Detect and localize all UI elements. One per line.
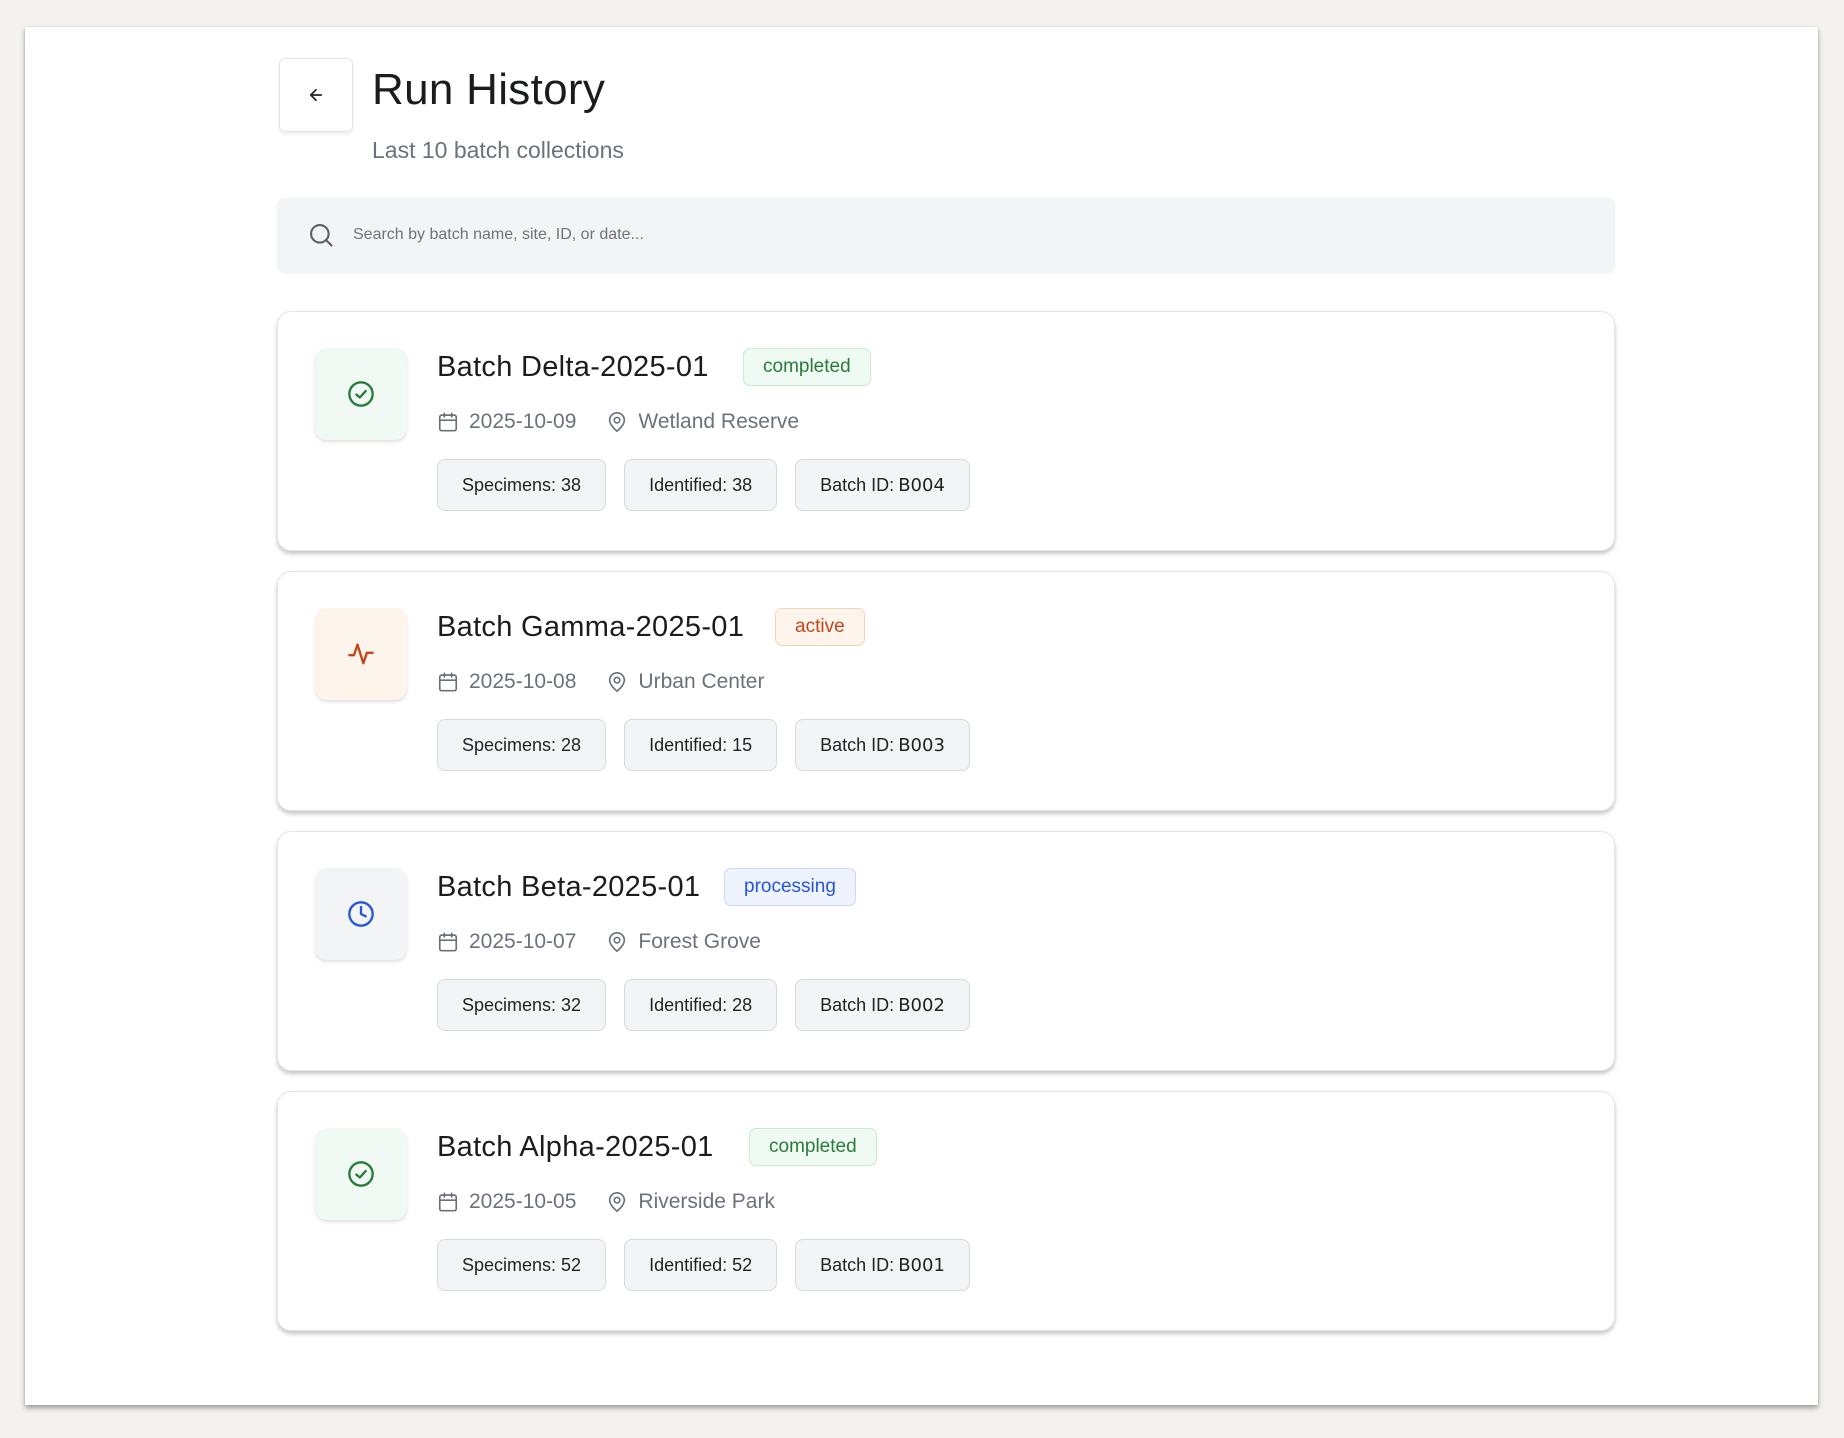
- batch-meta: 2025-10-05 Riverside Park: [437, 1190, 775, 1214]
- specimens-chip: Specimens: 28: [437, 719, 607, 771]
- search-icon: [307, 221, 335, 249]
- batch-site: Urban Center: [638, 670, 765, 693]
- batch-date: 2025-10-05: [469, 1190, 577, 1213]
- map-pin-icon: [606, 411, 628, 433]
- batch-card[interactable]: Batch Delta-2025-01 completed 2025-10-09: [277, 311, 1615, 551]
- batch-title: Batch Alpha-2025-01: [437, 1131, 714, 1163]
- status-tile: [315, 348, 407, 440]
- batch-id-label: Batch ID:: [820, 474, 895, 495]
- app-window: Run History Last 10 batch collections Se…: [25, 27, 1818, 1405]
- map-pin-icon: [606, 1191, 628, 1213]
- batch-title: Batch Delta-2025-01: [437, 351, 709, 383]
- calendar-icon: [437, 671, 459, 693]
- calendar-icon: [437, 1191, 459, 1213]
- status-badge: active: [775, 608, 865, 646]
- batch-id-chip: Batch ID: B002: [795, 979, 970, 1031]
- identified-chip: Identified: 38: [624, 459, 778, 511]
- identified-chip: Identified: 28: [624, 979, 778, 1031]
- status-badge: processing: [724, 868, 856, 906]
- search-bar: [277, 198, 1615, 272]
- map-pin-icon: [606, 931, 628, 953]
- batch-site: Riverside Park: [638, 1190, 775, 1213]
- specimens-chip: Specimens: 52: [437, 1239, 607, 1291]
- status-badge: completed: [749, 1128, 877, 1166]
- identified-chip: Identified: 15: [624, 719, 778, 771]
- arrow-left-icon: [307, 86, 325, 104]
- batch-id-value: B001: [898, 1254, 945, 1276]
- activity-icon: [347, 640, 375, 668]
- batch-id-value: B004: [898, 474, 945, 496]
- batch-meta: 2025-10-07 Forest Grove: [437, 930, 761, 954]
- calendar-icon: [437, 411, 459, 433]
- batch-meta: 2025-10-08 Urban Center: [437, 670, 764, 694]
- batch-id-chip: Batch ID: B003: [795, 719, 970, 771]
- batch-card[interactable]: Batch Gamma-2025-01 active 2025-10-08 Ur…: [277, 571, 1615, 811]
- batch-id-value: B003: [898, 734, 945, 756]
- batch-date: 2025-10-07: [469, 930, 577, 953]
- check-circle-icon: [347, 380, 375, 408]
- batch-date: 2025-10-09: [469, 410, 577, 433]
- batch-id-chip: Batch ID: B004: [795, 459, 970, 511]
- check-circle-icon: [347, 1160, 375, 1188]
- batch-site: Wetland Reserve: [638, 410, 800, 433]
- status-tile: [315, 1128, 407, 1220]
- batch-id-value: B002: [898, 994, 945, 1016]
- batch-id-label: Batch ID:: [820, 1254, 895, 1275]
- specimens-chip: Specimens: 38: [437, 459, 607, 511]
- batch-stats: Specimens: 28 Identified: 15 Batch ID: B0…: [437, 719, 970, 771]
- calendar-icon: [437, 931, 459, 953]
- batch-stats: Specimens: 32 Identified: 28 Batch ID: B0…: [437, 979, 970, 1031]
- status-tile: [315, 868, 407, 960]
- batch-id-label: Batch ID:: [820, 734, 895, 755]
- page-title: Run History: [372, 65, 606, 114]
- batch-card[interactable]: Batch Alpha-2025-01 completed 2025-10-05: [277, 1091, 1615, 1331]
- status-badge: completed: [743, 348, 871, 386]
- batch-id-chip: Batch ID: B001: [795, 1239, 970, 1291]
- batch-title: Batch Gamma-2025-01: [437, 611, 745, 643]
- batch-stats: Specimens: 52 Identified: 52 Batch ID: B0…: [437, 1239, 970, 1291]
- batch-date: 2025-10-08: [469, 670, 577, 693]
- batch-stats: Specimens: 38 Identified: 38 Batch ID: B0…: [437, 459, 970, 511]
- status-tile: [315, 608, 407, 700]
- page-subtitle: Last 10 batch collections: [372, 137, 624, 163]
- batch-site: Forest Grove: [638, 930, 761, 953]
- specimens-chip: Specimens: 32: [437, 979, 607, 1031]
- batch-card[interactable]: Batch Beta-2025-01 processing 2025-10-07: [277, 831, 1615, 1071]
- batch-title: Batch Beta-2025-01: [437, 871, 701, 903]
- identified-chip: Identified: 52: [624, 1239, 778, 1291]
- back-button[interactable]: [279, 58, 353, 132]
- search-input[interactable]: [351, 225, 1555, 245]
- clock-icon: [347, 900, 375, 928]
- main-content: Run History Last 10 batch collections Se…: [253, 27, 1615, 1331]
- batch-meta: 2025-10-09 Wetland Reserve: [437, 410, 799, 434]
- map-pin-icon: [606, 671, 628, 693]
- page-header: Run History Last 10 batch collections: [253, 27, 1591, 167]
- batch-id-label: Batch ID:: [820, 994, 895, 1015]
